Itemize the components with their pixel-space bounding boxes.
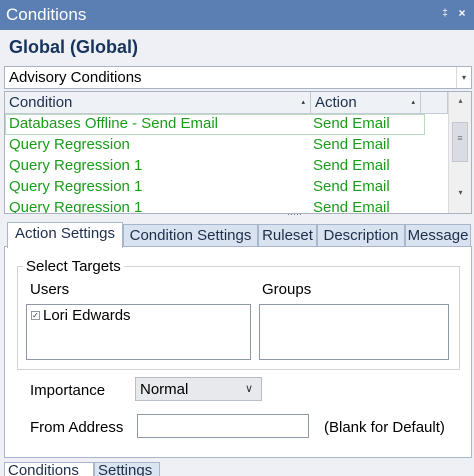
condition-cell: Query Regression 1 [9, 157, 143, 174]
sort-ascending-icon: ▴ [411, 99, 415, 106]
importance-label: Importance [30, 382, 106, 399]
window-title: Conditions [6, 5, 87, 24]
column-header-label: Action [315, 94, 357, 111]
user-checkbox[interactable]: ✓ [31, 311, 40, 320]
table-row[interactable]: Query Regression 1 Send Email [5, 177, 425, 198]
conditions-table: Condition ▴ Action ▴ Databases Offline -… [4, 91, 472, 214]
tab-conditions[interactable]: Conditions [4, 462, 94, 476]
from-address-label: From Address [30, 419, 124, 436]
tab-ruleset[interactable]: Ruleset [258, 224, 317, 247]
action-cell: Send Email [313, 178, 390, 195]
pin-icon[interactable]: ‡ [438, 8, 452, 19]
condition-category-value: Advisory Conditions [9, 69, 142, 86]
sort-ascending-icon: ▴ [301, 99, 305, 106]
condition-cell: Query Regression 1 [9, 178, 143, 195]
column-header-condition[interactable]: Condition ▴ [5, 92, 311, 114]
panel-splitter[interactable]: ····· [0, 209, 474, 220]
scope-heading: Global (Global) [9, 37, 138, 57]
groups-list[interactable] [259, 304, 449, 360]
tab-settings[interactable]: Settings [94, 462, 160, 476]
chevron-down-icon: ∨ [244, 383, 253, 395]
chevron-down-icon[interactable]: ▾ [456, 67, 471, 88]
bottom-tab-strip: Conditions Settings [0, 462, 474, 476]
table-row[interactable]: Query Regression 1 Send Email [5, 156, 425, 177]
splitter-grip-icon: ····· [287, 209, 302, 219]
column-header-label: Condition [9, 94, 73, 111]
tab-action-settings[interactable]: Action Settings [7, 222, 123, 248]
table-vertical-scrollbar[interactable]: ▴ ≡ ▾ [448, 92, 471, 213]
importance-select[interactable]: Normal ∨ [135, 377, 262, 401]
condition-category-combo[interactable]: Advisory Conditions ▾ [4, 66, 472, 89]
user-name: Lori Edwards [43, 307, 131, 324]
from-address-hint: (Blank for Default) [324, 419, 445, 436]
users-list[interactable]: ✓ Lori Edwards [26, 304, 251, 360]
tab-description[interactable]: Description [317, 224, 405, 247]
conditions-titlebar: Conditions ‡ × [0, 0, 474, 30]
table-row[interactable]: Query Regression 1 Send Email [5, 198, 425, 214]
action-cell: Send Email [313, 199, 390, 214]
condition-cell: Query Regression 1 [9, 199, 143, 214]
tab-message[interactable]: Message [405, 224, 471, 247]
scroll-down-icon[interactable]: ▾ [449, 188, 471, 197]
table-row[interactable]: Databases Offline - Send Email Send Emai… [5, 114, 425, 135]
select-targets-title: Select Targets [23, 258, 124, 275]
action-cell: Send Email [313, 136, 390, 153]
condition-cell: Query Regression [9, 136, 130, 153]
groups-label: Groups [262, 281, 312, 298]
action-cell: Send Email [313, 115, 390, 132]
settings-tab-strip: Action Settings Condition Settings Rules… [4, 222, 472, 248]
condition-cell: Databases Offline - Send Email [9, 115, 218, 132]
importance-value: Normal [140, 381, 189, 398]
table-row[interactable]: Query Regression Send Email [5, 135, 425, 156]
grip-icon: ≡ [457, 133, 463, 143]
close-icon[interactable]: × [455, 6, 469, 20]
list-item[interactable]: ✓ Lori Edwards [27, 305, 247, 327]
users-label: Users [30, 281, 70, 298]
tab-condition-settings[interactable]: Condition Settings [123, 224, 258, 247]
scroll-up-icon[interactable]: ▴ [449, 96, 471, 105]
from-address-input[interactable] [137, 414, 309, 438]
column-header-action[interactable]: Action ▴ [311, 92, 421, 114]
scrollbar-thumb[interactable]: ≡ [452, 122, 468, 162]
column-header-filler [421, 92, 448, 114]
action-cell: Send Email [313, 157, 390, 174]
